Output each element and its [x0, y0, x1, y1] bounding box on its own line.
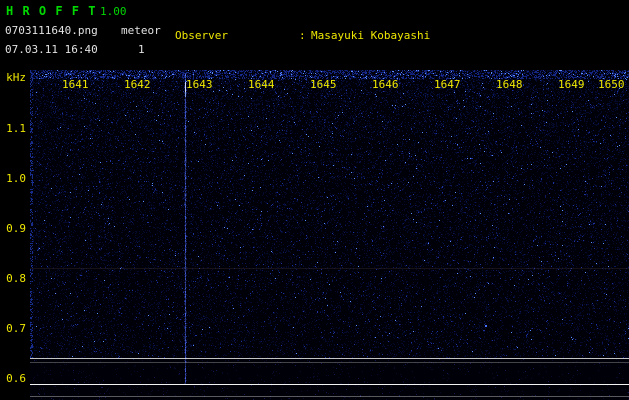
- mode-label: meteor: [121, 24, 161, 37]
- info-row-observer: Observer: Masayuki Kobayashi: [175, 29, 622, 43]
- spectrogram-canvas: [30, 70, 629, 400]
- freq-tick: 0.9: [6, 222, 26, 235]
- freq-tick: 0.7: [6, 322, 26, 335]
- app-version: 1.00: [100, 5, 127, 18]
- app-title: H R O F F T: [6, 4, 97, 18]
- datetime-label: 07.03.11 16:40: [5, 43, 98, 56]
- freq-tick: 0.8: [6, 272, 26, 285]
- info-label: Observer: [175, 29, 228, 42]
- freq-unit-label: kHz: [6, 71, 26, 84]
- output-filename: 0703111640.png: [5, 24, 98, 37]
- info-value: Masayuki Kobayashi: [311, 29, 431, 42]
- freq-tick: 1.1: [6, 122, 26, 135]
- freq-tick: 1.0: [6, 172, 26, 185]
- hrofft-screen: H R O F F T 1.00 0703111640.png meteor 0…: [0, 0, 629, 400]
- freq-tick: 0.6: [6, 372, 26, 385]
- event-count: 1: [138, 43, 145, 56]
- info-colon: :: [299, 29, 306, 42]
